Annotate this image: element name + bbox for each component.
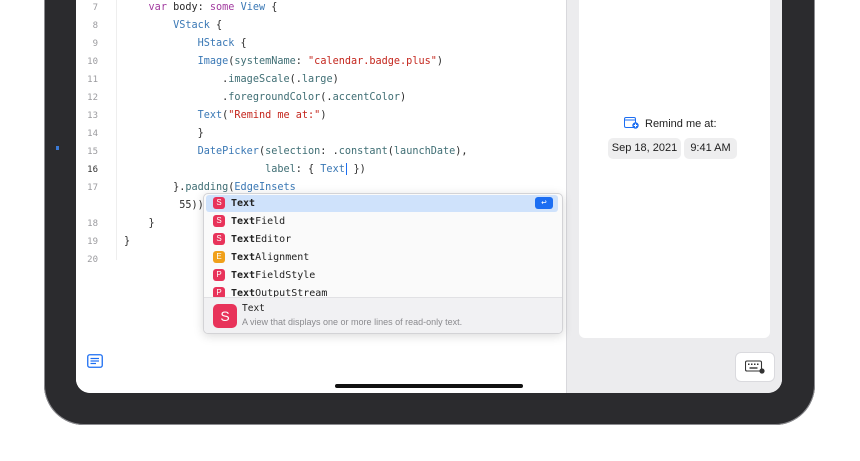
suggestion-label: TextAlignment [231,252,310,263]
code-line[interactable]: } [124,233,130,251]
remind-label: Remind me at: [645,118,717,130]
line-number: 20 [87,255,98,265]
code-line[interactable]: .foregroundColor(.accentColor) [124,89,406,107]
code-line[interactable]: } [124,215,155,233]
line-number: 19 [87,237,98,247]
preview-pane [567,0,782,393]
code-line[interactable]: DatePicker(selection: .constant(launchDa… [124,143,468,161]
side-indicator [56,146,59,150]
keyboard-button[interactable] [735,352,775,382]
symbol-kind-badge-icon: S [213,197,225,209]
suggestion-item[interactable]: S TextField [206,213,558,230]
code-line[interactable]: VStack { [124,17,222,35]
code-line[interactable]: Image(systemName: "calendar.badge.plus") [124,53,443,71]
code-line[interactable]: 55)) [124,197,204,215]
calendar-badge-plus-icon [624,117,639,129]
code-line[interactable]: label: { Text }) [124,161,366,179]
detail-description: A view that displays one or more lines o… [242,317,463,327]
line-number: 9 [92,39,98,49]
date-picker-time[interactable]: 9:41 AM [684,138,737,159]
symbol-kind-badge-icon: S [213,233,225,245]
suggestion-detail: S Text A view that displays one or more … [204,297,562,333]
line-number [76,197,98,215]
code-line[interactable]: Text("Remind me at:") [124,107,327,125]
keyboard-icon [745,360,765,374]
code-line[interactable]: } [124,125,204,143]
suggestion-label: TextField [231,216,286,227]
preview-canvas [579,0,770,338]
date-picker-date[interactable]: Sep 18, 2021 [608,138,681,159]
line-number: 17 [87,183,98,193]
code-line[interactable]: var body: some View { [124,0,278,17]
suggestion-label: TextEditor [231,234,292,245]
suggestion-item[interactable]: S TextEditor [206,231,558,248]
line-number: 11 [87,75,98,85]
symbol-kind-badge-icon: S [213,215,225,227]
suggestion-item[interactable]: S Text ↩ [206,195,558,212]
gutter-guide [116,0,117,260]
library-icon[interactable] [87,354,103,368]
code-line[interactable]: HStack { [124,35,247,53]
struct-badge-icon: S [213,304,237,328]
line-number: 16 [87,165,98,175]
suggestion-label: TextFieldStyle [231,270,316,281]
line-number: 7 [92,3,98,13]
suggestion-label: Text [231,198,256,209]
symbol-kind-badge-icon: P [213,269,225,281]
line-number: 12 [87,93,98,103]
symbol-kind-badge-icon: E [213,251,225,263]
line-number: 8 [92,21,98,31]
code-line[interactable]: .imageScale(.large) [124,71,339,89]
return-key-icon: ↩ [535,197,553,209]
suggestion-item[interactable]: P TextFieldStyle [206,267,558,284]
home-indicator [335,384,523,388]
line-number: 15 [87,147,98,157]
suggestion-item[interactable]: E TextAlignment [206,249,558,266]
line-number: 14 [87,129,98,139]
line-number: 18 [87,219,98,229]
line-number: 10 [87,57,98,67]
autocomplete-popup[interactable]: S Text ↩ S TextField S TextEditor E TextAlignmen… [203,193,563,334]
detail-title: Text [242,303,265,314]
line-number: 13 [87,111,98,121]
